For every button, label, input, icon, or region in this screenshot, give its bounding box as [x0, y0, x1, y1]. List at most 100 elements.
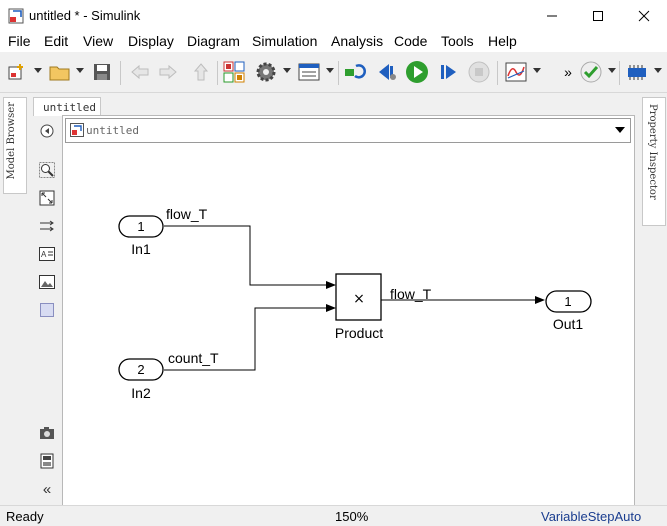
menu-diagram[interactable]: Diagram	[187, 33, 240, 49]
image-button[interactable]	[38, 273, 56, 291]
menu-tools[interactable]: Tools	[441, 33, 474, 49]
address-dropdown-icon[interactable]	[615, 127, 625, 133]
outport-out1-number: 1	[564, 294, 571, 309]
route-lines-button[interactable]	[38, 217, 56, 235]
diagram-canvas[interactable]: 1 In1 flow_T 2 In2 count_T × Product flo…	[63, 144, 633, 504]
library-browser-icon	[223, 61, 245, 83]
close-icon	[638, 10, 650, 21]
open-button[interactable]	[48, 60, 72, 84]
fit-view-icon	[39, 190, 55, 206]
hardware-button[interactable]	[625, 60, 649, 84]
inport-in2[interactable]: 2	[118, 358, 164, 381]
menu-view[interactable]: View	[83, 33, 113, 49]
forward-button[interactable]	[156, 60, 180, 84]
check-icon	[580, 61, 602, 83]
collapse-palette-icon[interactable]: «	[38, 480, 56, 498]
hardware-board-icon	[628, 65, 646, 80]
menu-file[interactable]: File	[8, 33, 31, 49]
toolbar-separator	[497, 61, 498, 85]
scope-button[interactable]	[504, 60, 528, 84]
new-dropdown-icon[interactable]	[34, 68, 42, 73]
circle-arrow-icon	[40, 124, 54, 138]
menu-simulation[interactable]: Simulation	[252, 33, 317, 49]
report-icon	[40, 453, 54, 469]
update-diagram-icon	[345, 64, 366, 79]
zoom-button[interactable]	[38, 161, 56, 179]
hide-show-explorer-button[interactable]	[38, 122, 56, 140]
run-icon	[406, 61, 428, 83]
annotation-icon: A	[39, 247, 55, 261]
stop-button[interactable]	[467, 60, 491, 84]
open-dropdown-icon[interactable]	[76, 68, 84, 73]
property-inspector-label: Property Inspector	[647, 104, 658, 200]
toolbar: »	[0, 55, 667, 93]
model-browser-tab[interactable]: Model Browser	[3, 97, 27, 194]
inport-in1-number: 1	[137, 219, 144, 234]
up-button[interactable]	[189, 60, 213, 84]
outport-out1[interactable]: 1	[545, 290, 592, 313]
step-back-button[interactable]	[375, 60, 399, 84]
run-button[interactable]	[405, 60, 429, 84]
property-inspector-tab[interactable]: Property Inspector	[642, 97, 666, 226]
gear-icon	[256, 62, 276, 82]
toolbar-separator	[217, 61, 218, 85]
svg-text:A: A	[41, 250, 47, 259]
advisor-dropdown-icon[interactable]	[608, 68, 616, 73]
toolbar-separator	[338, 61, 339, 85]
block-palette: A «	[34, 117, 62, 504]
menu-help[interactable]: Help	[488, 33, 517, 49]
screenshot-button[interactable]	[38, 424, 56, 442]
model-settings-button[interactable]	[254, 60, 278, 84]
magnifier-icon	[39, 162, 55, 178]
step-forward-button[interactable]	[436, 60, 460, 84]
toolbar-separator	[120, 61, 121, 85]
status-text: Ready	[6, 509, 44, 524]
menu-code[interactable]: Code	[394, 33, 427, 49]
minimize-button[interactable]	[529, 0, 575, 31]
menu-edit[interactable]: Edit	[44, 33, 68, 49]
update-diagram-button[interactable]	[344, 60, 368, 84]
forward-arrow-icon	[159, 64, 177, 80]
settings-dropdown-icon[interactable]	[283, 68, 291, 73]
maximize-button[interactable]	[575, 0, 621, 31]
signal-label-count-in: count_T	[168, 350, 219, 366]
product-label: Product	[335, 325, 383, 341]
step-back-icon	[379, 64, 396, 80]
model-browser-label: Model Browser	[6, 102, 17, 180]
model-explorer-icon	[298, 63, 320, 81]
address-text: untitled	[86, 124, 139, 137]
explorer-bar[interactable]: untitled	[65, 118, 631, 143]
inport-in1[interactable]: 1	[118, 215, 164, 238]
explorer-dropdown-icon[interactable]	[326, 68, 334, 73]
save-icon	[94, 64, 110, 80]
more-tools-icon[interactable]: »	[556, 60, 580, 84]
model-advisor-button[interactable]	[579, 60, 603, 84]
outport-out1-label: Out1	[553, 316, 584, 332]
product-block[interactable]: ×	[335, 273, 382, 321]
signal-line-flow-in[interactable]	[164, 225, 336, 289]
model-explorer-button[interactable]	[297, 60, 321, 84]
fit-to-view-button[interactable]	[38, 189, 56, 207]
model-report-button[interactable]	[38, 452, 56, 470]
zoom-level[interactable]: 150%	[335, 509, 368, 524]
new-model-button[interactable]	[5, 60, 29, 84]
area-button[interactable]	[38, 301, 56, 319]
back-button[interactable]	[128, 60, 152, 84]
save-button[interactable]	[90, 60, 114, 84]
menu-display[interactable]: Display	[128, 33, 174, 49]
annotation-button[interactable]: A	[38, 245, 56, 263]
hardware-dropdown-icon[interactable]	[654, 68, 662, 73]
close-button[interactable]	[621, 0, 667, 31]
scope-dropdown-icon[interactable]	[533, 68, 541, 73]
inport-in1-label: In1	[131, 241, 151, 257]
new-model-icon	[8, 64, 23, 80]
back-arrow-icon	[131, 64, 149, 80]
tab-untitled[interactable]: untitled	[33, 97, 101, 116]
solver-link[interactable]: VariableStepAuto	[541, 509, 641, 524]
up-arrow-icon	[193, 63, 209, 81]
menu-analysis[interactable]: Analysis	[331, 33, 383, 49]
toolbar-separator	[619, 61, 620, 85]
inport-in2-label: In2	[131, 385, 151, 401]
library-browser-button[interactable]	[222, 60, 246, 84]
status-bar: Ready 150% VariableStepAuto	[0, 505, 667, 526]
